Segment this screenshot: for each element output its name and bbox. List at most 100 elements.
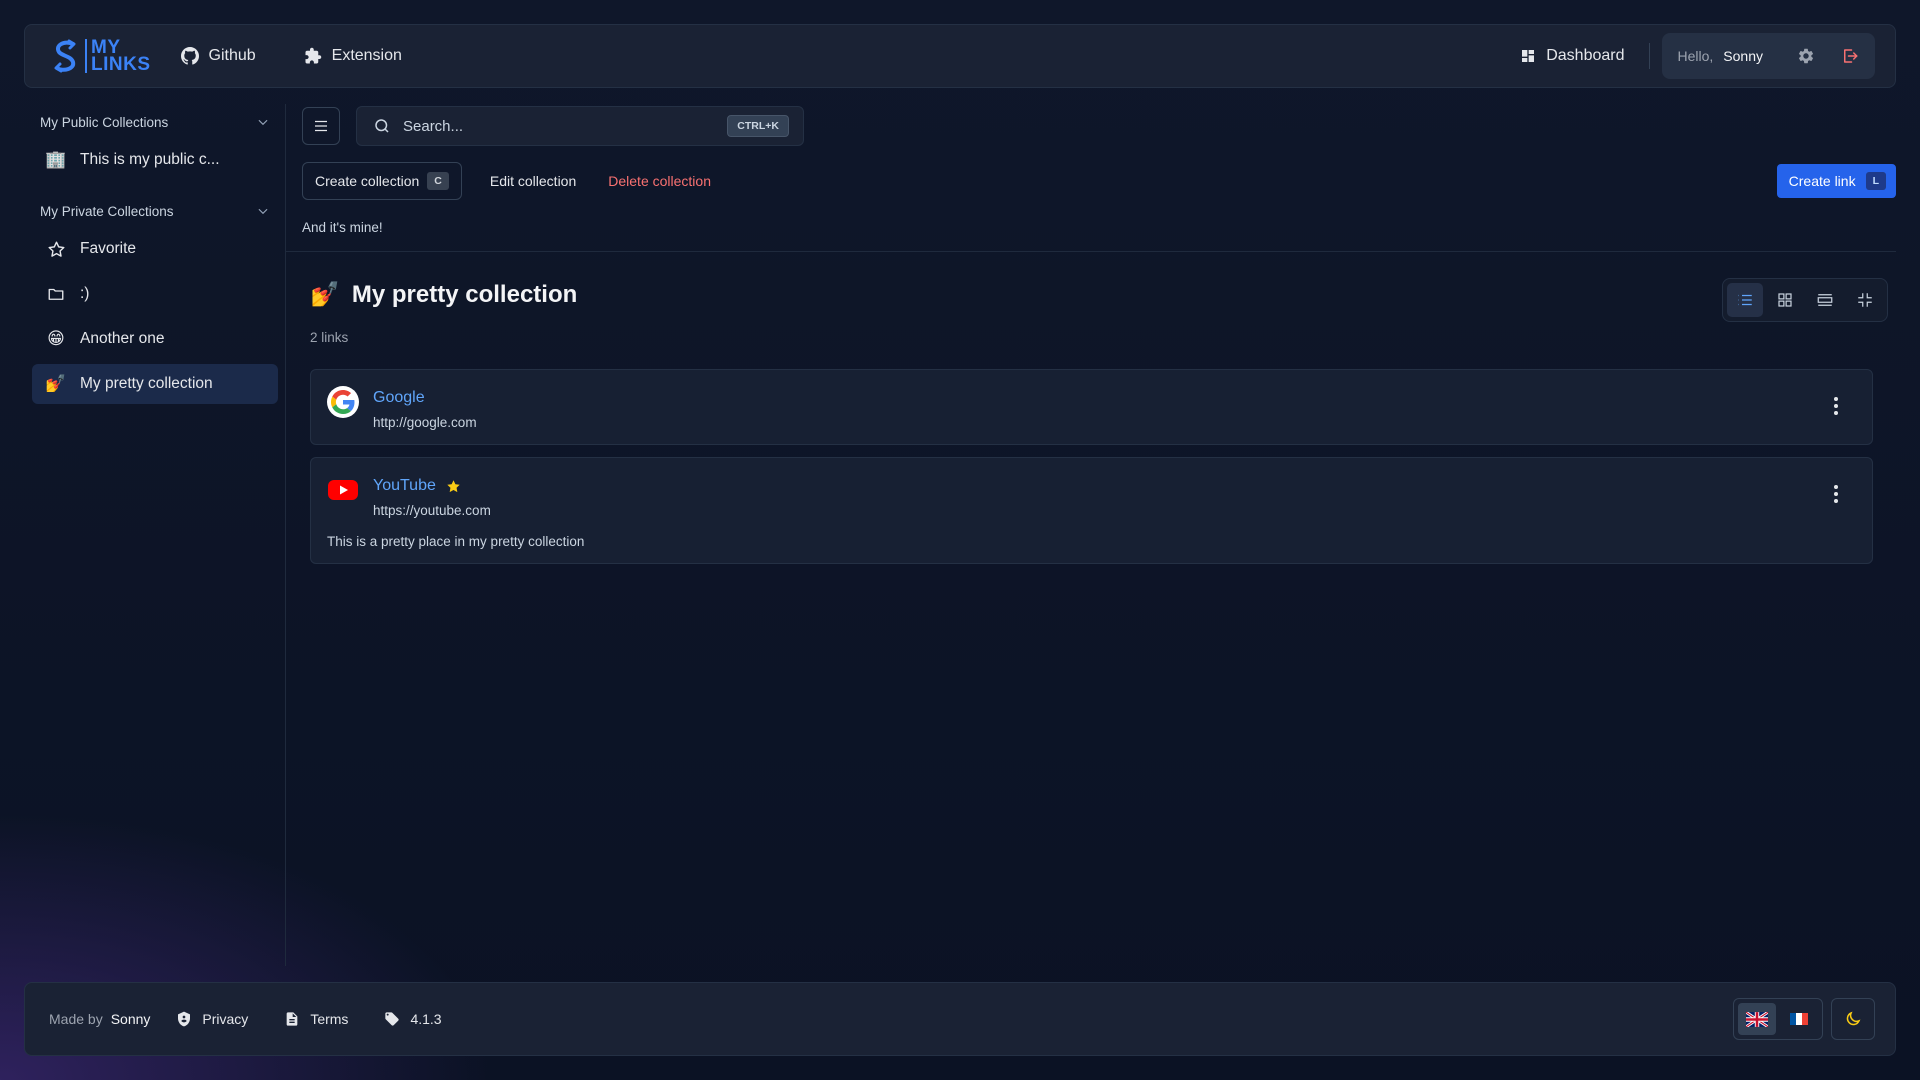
- view-mode-toggle: [1722, 278, 1888, 322]
- made-by-text: Made by: [49, 1011, 103, 1027]
- collection-description: And it's mine!: [302, 220, 383, 235]
- app-logo[interactable]: MY LINKS: [49, 38, 151, 74]
- settings-button[interactable]: [1797, 47, 1815, 65]
- collection-heading: 💅 My pretty collection: [310, 280, 577, 309]
- kebab-dot: [1834, 404, 1838, 408]
- sidebar: My Public Collections 🏢 This is my publi…: [32, 104, 278, 409]
- sidebar-item-label: My pretty collection: [80, 375, 213, 392]
- logout-icon: [1844, 49, 1858, 63]
- dashboard-label: Dashboard: [1546, 47, 1625, 64]
- tag-icon: [385, 1012, 400, 1026]
- private-collections-toggle[interactable]: My Private Collections: [32, 193, 278, 229]
- chevron-down-icon: [258, 208, 268, 215]
- version-link[interactable]: 4.1.3: [384, 1011, 442, 1027]
- view-rows-button[interactable]: [1807, 283, 1843, 317]
- greeting-text: Hello,: [1677, 48, 1714, 64]
- grid-icon: [1778, 293, 1792, 307]
- link-card[interactable]: YouTube https://youtube.com This is a pr…: [310, 457, 1873, 564]
- chevron-down-icon: [258, 119, 268, 126]
- hamburger-icon: [315, 120, 327, 132]
- content-divider: [286, 251, 1896, 252]
- dashboard-icon: [1522, 50, 1535, 62]
- sidebar-item-my-pretty-collection[interactable]: 💅 My pretty collection: [32, 364, 278, 404]
- create-collection-label: Create collection: [315, 173, 420, 189]
- view-grid-button[interactable]: [1767, 283, 1803, 317]
- sidebar-item-public-collection[interactable]: 🏢 This is my public c...: [32, 140, 278, 180]
- star-filled-icon: [447, 479, 460, 492]
- nail-polish-emoji-icon: 💅: [45, 374, 67, 393]
- privacy-link[interactable]: Privacy: [176, 1011, 248, 1027]
- github-icon: [180, 47, 199, 65]
- document-icon: [286, 1012, 298, 1026]
- link-card[interactable]: Google http://google.com: [310, 369, 1873, 445]
- privacy-label: Privacy: [202, 1011, 249, 1027]
- sidebar-divider: [285, 104, 286, 966]
- compress-icon: [1858, 293, 1872, 307]
- version-label: 4.1.3: [410, 1011, 442, 1027]
- sidebar-item-smiley-folder[interactable]: :): [32, 274, 278, 314]
- link-url: http://google.com: [373, 415, 477, 430]
- theme-toggle-button[interactable]: [1831, 998, 1875, 1040]
- grin-emoji-icon: 😁: [47, 329, 65, 348]
- search-bar[interactable]: CTRL+K: [356, 106, 804, 146]
- kebab-dot: [1834, 485, 1838, 489]
- sidebar-item-favorite[interactable]: Favorite: [32, 229, 278, 269]
- search-input[interactable]: [403, 117, 716, 135]
- create-link-shortcut: L: [1865, 172, 1886, 190]
- github-link[interactable]: Github: [180, 47, 256, 65]
- rows-icon: [1817, 294, 1833, 306]
- create-collection-button[interactable]: Create collection C: [302, 162, 462, 200]
- github-label: Github: [208, 47, 256, 64]
- moon-icon: [1846, 1011, 1861, 1026]
- uk-flag-icon: [1746, 1011, 1768, 1027]
- language-en-button[interactable]: [1738, 1003, 1776, 1035]
- kebab-dot: [1834, 397, 1838, 401]
- sidebar-item-label: Favorite: [80, 240, 136, 257]
- kebab-dot: [1834, 492, 1838, 496]
- sidebar-item-label: Another one: [80, 330, 165, 347]
- terms-label: Terms: [310, 1011, 349, 1027]
- link-options-button[interactable]: [1828, 484, 1844, 504]
- dashboard-link[interactable]: Dashboard: [1520, 43, 1650, 69]
- shield-icon: [178, 1011, 191, 1027]
- kebab-dot: [1834, 411, 1838, 415]
- language-fr-button[interactable]: [1780, 1003, 1818, 1035]
- building-icon: 🏢: [45, 150, 67, 169]
- link-title-text: YouTube: [373, 477, 436, 494]
- youtube-icon: [327, 474, 359, 506]
- logo-text-line2: LINKS: [91, 54, 151, 75]
- folder-icon: [46, 284, 66, 304]
- link-options-button[interactable]: [1828, 396, 1844, 416]
- view-list-button[interactable]: [1727, 283, 1763, 317]
- link-count: 2 links: [310, 330, 349, 345]
- link-title[interactable]: Google: [373, 389, 477, 407]
- terms-link[interactable]: Terms: [284, 1011, 348, 1027]
- link-title-text: Google: [373, 389, 425, 406]
- sidebar-toggle-button[interactable]: [302, 107, 340, 145]
- top-navbar: MY LINKS Github Extension Dashboard Hell…: [24, 24, 1896, 88]
- user-menu: Hello, Sonny: [1661, 33, 1875, 79]
- username-text: Sonny: [1723, 48, 1763, 64]
- language-switcher: [1733, 998, 1823, 1040]
- sidebar-item-another-one[interactable]: 😁 Another one: [32, 319, 278, 359]
- public-collections-toggle[interactable]: My Public Collections: [32, 104, 278, 140]
- collection-title: My pretty collection: [351, 280, 578, 308]
- france-flag-icon: [1790, 1013, 1808, 1025]
- author-link[interactable]: Sonny: [111, 1011, 151, 1027]
- search-shortcut-badge: CTRL+K: [727, 115, 789, 137]
- extension-link[interactable]: Extension: [304, 47, 402, 65]
- create-link-button[interactable]: Create link L: [1776, 164, 1896, 198]
- create-link-label: Create link: [1788, 173, 1856, 189]
- sidebar-item-label: :): [80, 285, 90, 302]
- list-icon: [1738, 294, 1752, 306]
- view-compact-button[interactable]: [1847, 283, 1883, 317]
- delete-collection-button[interactable]: Delete collection: [600, 173, 719, 189]
- kebab-dot: [1834, 499, 1838, 503]
- puzzle-icon: [305, 47, 321, 64]
- logout-button[interactable]: [1841, 47, 1859, 65]
- edit-collection-button[interactable]: Edit collection: [482, 173, 584, 189]
- link-title[interactable]: YouTube: [373, 477, 491, 495]
- private-collections-title: My Private Collections: [40, 203, 174, 219]
- footer: Made by Sonny Privacy Terms 4.1.3: [24, 982, 1896, 1056]
- public-collections-title: My Public Collections: [40, 114, 169, 130]
